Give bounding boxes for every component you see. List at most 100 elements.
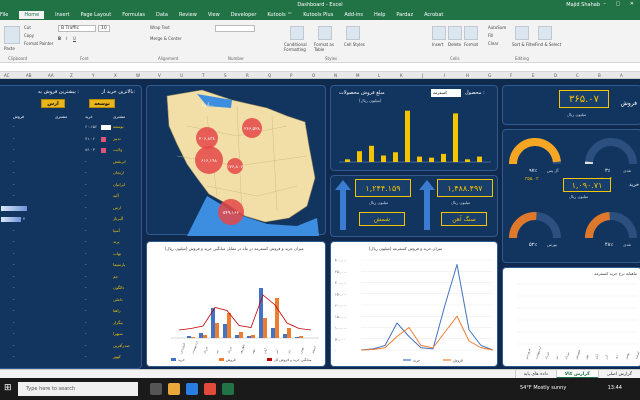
menu-item-9[interactable]: Kutools ™ (267, 12, 292, 18)
combo-sell-bar[interactable] (191, 337, 195, 338)
combo-buy-bar[interactable] (235, 335, 239, 338)
cell-styles-button[interactable] (346, 26, 360, 40)
windows-start-icon[interactable]: ⊞ (4, 383, 12, 393)
menu-item-2[interactable]: Insert (55, 12, 69, 18)
column-header[interactable]: C (576, 73, 579, 78)
bold-button[interactable]: B (58, 36, 61, 41)
column-header[interactable]: T (202, 73, 204, 78)
menu-item-13[interactable]: Pardaz (396, 12, 413, 18)
combo-sell-bar[interactable] (239, 332, 243, 338)
column-header[interactable]: E (532, 73, 535, 78)
copy-button[interactable]: Copy (24, 33, 34, 38)
combo-sell-bar[interactable] (275, 298, 279, 338)
menu-item-10[interactable]: Kutools Plus (303, 12, 333, 18)
column-header[interactable]: X (114, 73, 117, 78)
combo-sell-bar[interactable] (227, 313, 231, 338)
taskbar-search-input[interactable]: Type here to search (18, 382, 138, 396)
product-bar[interactable] (465, 159, 470, 162)
combo-sell-bar[interactable] (203, 335, 207, 338)
clock[interactable]: 13:44 (608, 385, 622, 391)
combo-buy-bar[interactable] (271, 328, 275, 338)
top-buy-button[interactable]: ارس (41, 99, 65, 108)
underline-button[interactable]: U (73, 36, 76, 41)
column-header[interactable]: O (312, 73, 315, 78)
combo-buy-bar[interactable] (187, 336, 191, 338)
product-bar[interactable] (441, 153, 446, 162)
menu-item-5[interactable]: Data (156, 12, 168, 18)
font-name-select[interactable]: B Traffic (58, 25, 96, 32)
fill-button[interactable]: Fill (488, 33, 493, 38)
combo-sell-bar[interactable] (215, 323, 219, 338)
format-cells-button[interactable] (464, 26, 478, 40)
column-header[interactable]: Q (268, 73, 271, 78)
column-header[interactable]: A (620, 73, 623, 78)
sort-filter-button[interactable] (515, 26, 529, 40)
line-series-0[interactable] (360, 264, 494, 351)
column-header[interactable]: H (466, 73, 469, 78)
column-header[interactable]: W (136, 73, 140, 78)
product-bar[interactable] (429, 157, 434, 162)
wrap-text-button[interactable]: Wrap Text (150, 25, 170, 30)
combo-buy-bar[interactable] (199, 333, 203, 338)
column-header[interactable]: R (246, 73, 249, 78)
weather-widget[interactable]: 54°F Mostly sunny (520, 385, 566, 391)
column-header[interactable]: AB (26, 73, 31, 78)
combo-sell-bar[interactable] (299, 336, 303, 338)
column-header[interactable]: J (422, 73, 423, 78)
column-header[interactable]: AA (48, 73, 54, 78)
column-header[interactable]: P (290, 73, 292, 78)
font-size-select[interactable]: 10 (98, 25, 110, 32)
combo-buy-bar[interactable] (223, 324, 227, 338)
combo-sell-bar[interactable] (263, 318, 267, 338)
insert-cells-button[interactable] (432, 26, 446, 40)
line-series-1[interactable] (360, 315, 494, 351)
excel-icon[interactable] (222, 383, 234, 395)
product-bar[interactable] (417, 156, 422, 162)
task-view-icon[interactable] (150, 383, 162, 395)
menu-item-7[interactable]: View (208, 12, 220, 18)
column-header[interactable]: M (356, 73, 359, 78)
product-bar[interactable] (381, 155, 386, 162)
column-header[interactable]: S (224, 73, 227, 78)
file-explorer-icon[interactable] (168, 383, 180, 395)
menu-item-14[interactable]: Acrobat (424, 12, 443, 18)
number-format-select[interactable] (215, 25, 255, 32)
product-bar[interactable] (345, 159, 350, 162)
menu-item-6[interactable]: Review (179, 12, 197, 18)
menu-item-11[interactable]: Add-ins (344, 12, 363, 18)
paste-button[interactable] (4, 26, 20, 44)
column-header[interactable]: N (334, 73, 337, 78)
combo-buy-bar[interactable] (283, 334, 287, 338)
product-bar[interactable] (477, 156, 482, 162)
conditional-formatting-button[interactable] (290, 26, 304, 40)
column-header[interactable]: Z (70, 73, 73, 78)
column-header[interactable]: F (510, 73, 512, 78)
menu-item-1[interactable]: Home (19, 10, 45, 19)
menu-item-12[interactable]: Help (374, 12, 385, 18)
column-header[interactable]: AC (4, 73, 9, 78)
column-header[interactable]: D (554, 73, 557, 78)
autosum-button[interactable]: AutoSum (488, 25, 506, 30)
menu-item-0[interactable]: File (0, 12, 8, 18)
app-icon[interactable] (204, 383, 216, 395)
format-table-button[interactable] (318, 26, 332, 40)
combo-sell-bar[interactable] (287, 328, 291, 338)
top-sell-button[interactable]: توسعه (89, 99, 115, 108)
formula-bar[interactable] (0, 63, 640, 72)
product-bar[interactable] (405, 110, 410, 162)
column-header[interactable]: V (158, 73, 161, 78)
delete-cells-button[interactable] (448, 26, 462, 40)
product-bar[interactable] (369, 145, 374, 162)
user-name[interactable]: Majid Shahab (566, 2, 600, 8)
menu-item-4[interactable]: Formulas (122, 12, 145, 18)
product-bar[interactable] (393, 152, 398, 162)
menu-item-8[interactable]: Developer (231, 12, 257, 18)
italic-button[interactable]: I (66, 36, 67, 41)
column-header[interactable]: L (378, 73, 380, 78)
edge-icon[interactable] (186, 383, 198, 395)
combo-sell-bar[interactable] (251, 335, 255, 338)
column-header[interactable]: U (180, 73, 183, 78)
menu-item-3[interactable]: Page Layout (80, 12, 111, 18)
product-dropdown[interactable]: کسفرمه (431, 89, 461, 97)
column-header[interactable]: G (488, 73, 491, 78)
